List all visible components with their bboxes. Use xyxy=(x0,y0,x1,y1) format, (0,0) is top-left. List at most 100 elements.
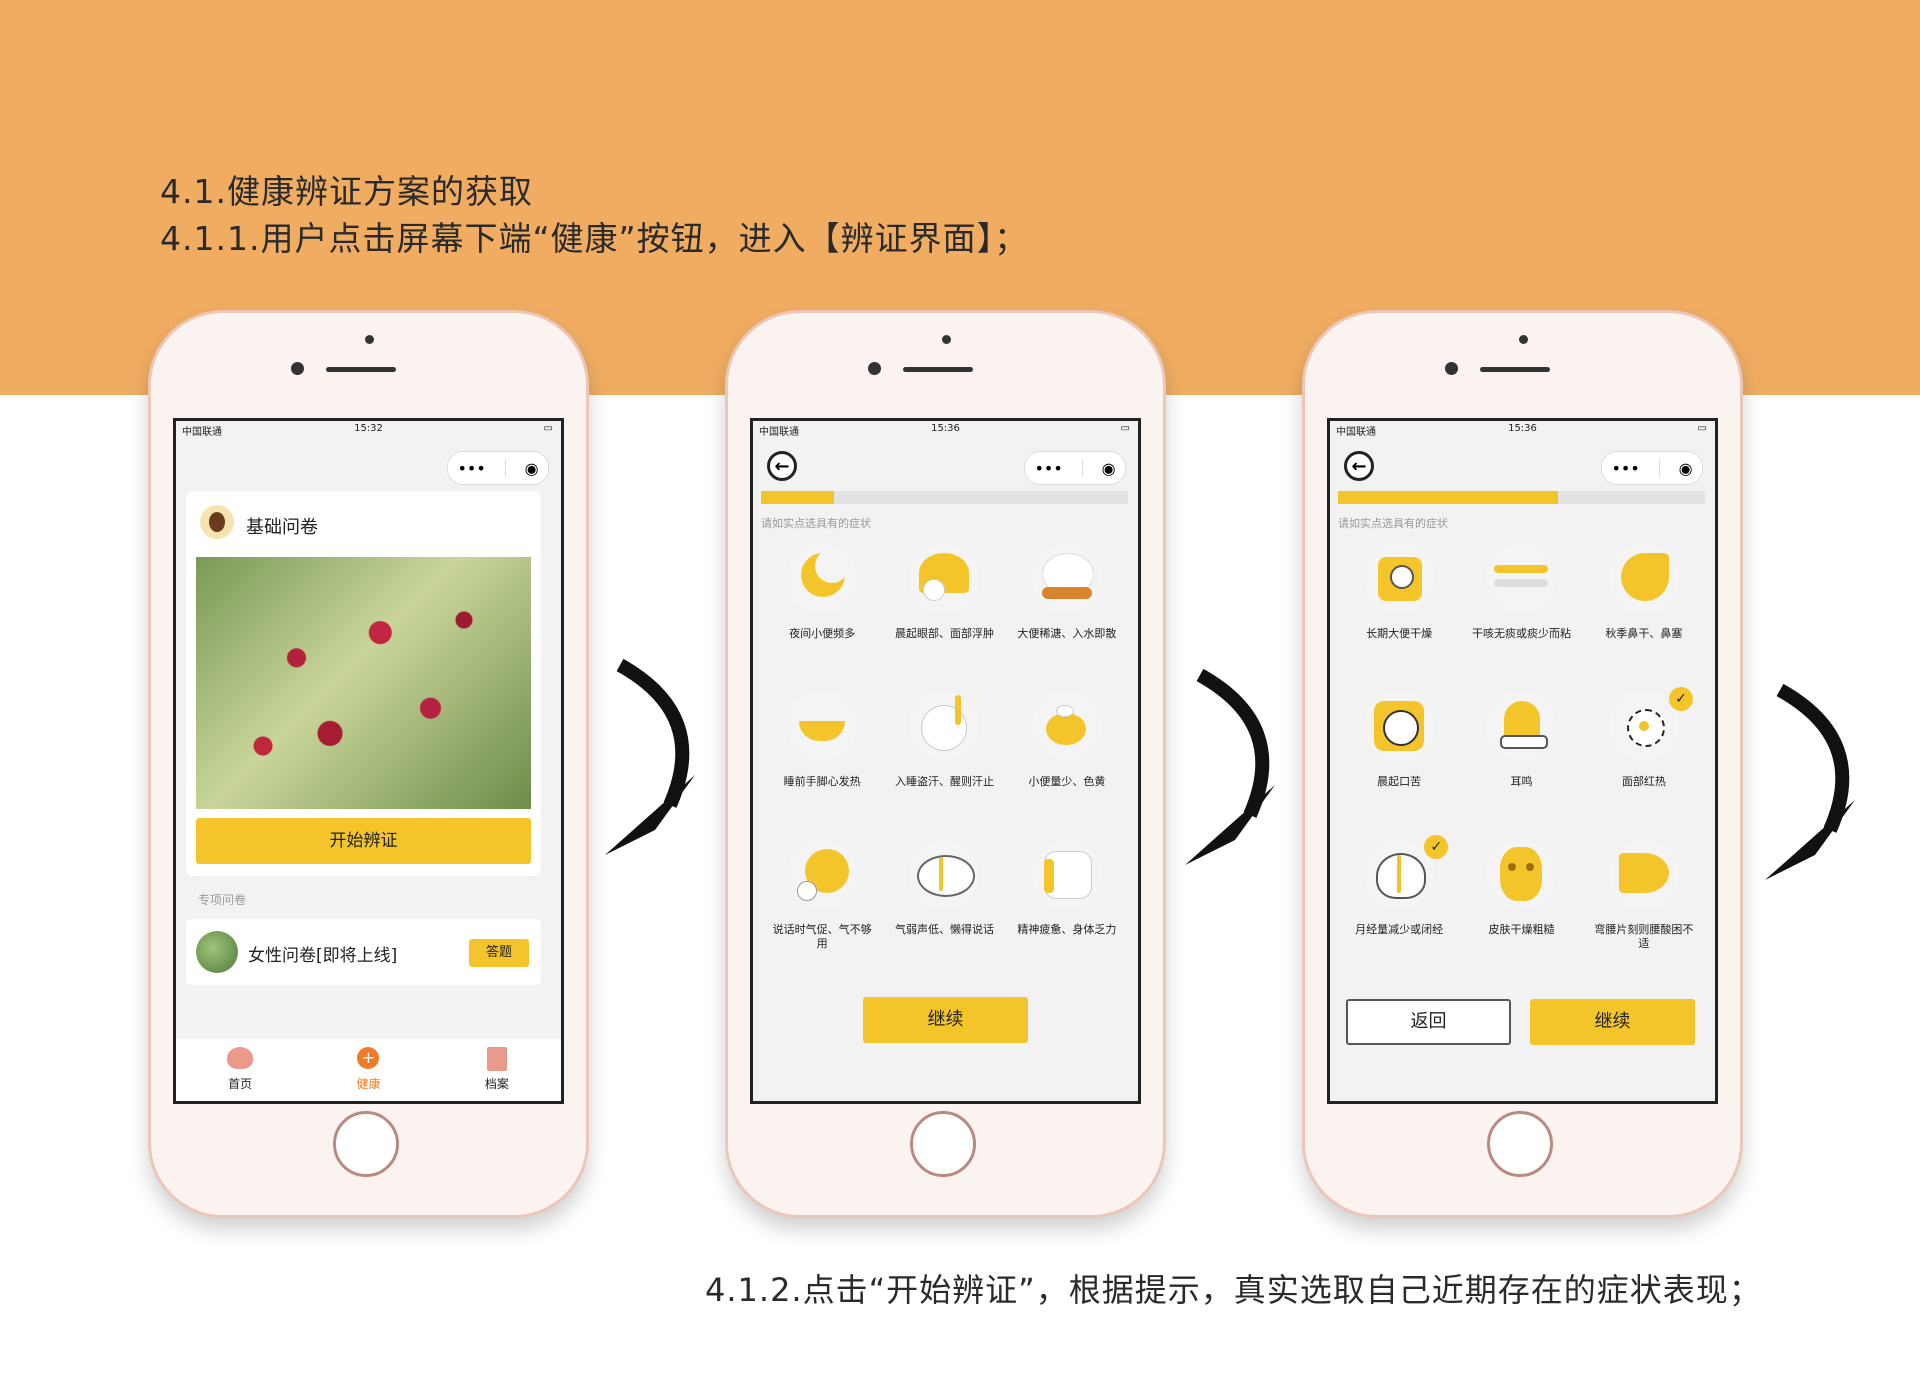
home-button xyxy=(910,1111,976,1177)
section-label: 专项问卷 xyxy=(198,893,247,907)
waist-icon xyxy=(1608,839,1679,909)
progress-fill xyxy=(1338,491,1559,504)
symptom-option[interactable]: 弯腰片刻则腰酸困不适 xyxy=(1583,835,1705,967)
step-heading: 4.1.1.用户点击屏幕下端“健康”按钮，进入【辨证界面】； xyxy=(160,219,1029,258)
symptom-label: 晨起眼部、面部浮肿 xyxy=(894,627,994,640)
continue-button[interactable]: 继续 xyxy=(863,997,1028,1043)
breath-icon xyxy=(787,839,858,909)
checked-check-icon: ✓ xyxy=(1424,835,1449,859)
back-button[interactable]: 返回 xyxy=(1346,999,1511,1045)
symptom-label: 睡前手脚心发热 xyxy=(783,775,861,788)
symptom-option[interactable]: 干咳无痰或痰少而粘 xyxy=(1460,539,1582,671)
symptom-label: 长期大便干燥 xyxy=(1366,627,1433,640)
symptom-option[interactable]: 夜间小便频多 xyxy=(761,539,883,671)
symptom-option[interactable]: 皮肤干燥粗糙 xyxy=(1460,835,1582,967)
symptom-label: 弯腰片刻则腰酸困不适 xyxy=(1594,923,1694,950)
symptom-option[interactable]: ✓ 月经量减少或闭经 xyxy=(1338,835,1460,967)
card-title: 基础问卷 xyxy=(246,517,318,538)
flow-arrow-3 xyxy=(1765,683,1855,880)
camera-lens xyxy=(1445,362,1458,375)
symptom-option[interactable]: 大便稀溏、入水即散 xyxy=(1006,539,1128,671)
symptom-option[interactable]: 说话时气促、气不够用 xyxy=(761,835,883,967)
special-questionnaire-row: 女性问卷[即将上线] 答题 xyxy=(186,919,541,985)
drop-icon xyxy=(1364,691,1435,761)
paper-roll-icon xyxy=(1364,543,1435,613)
symptom-grid: 夜间小便频多 晨起眼部、面部浮肿 大便稀溏、入水即散 睡前手脚心发热 入睡盗汗、… xyxy=(761,539,1128,967)
step-caption: 4.1.2.点击“开始辨证”，根据提示，真实选取自己近期存在的症状表现； xyxy=(705,1271,1762,1309)
speaker-grille xyxy=(903,367,973,372)
symptom-option[interactable]: 长期大便干燥 xyxy=(1338,539,1460,671)
close-target-icon[interactable]: ◉ xyxy=(1679,459,1693,478)
symptom-label: 秋季鼻干、鼻塞 xyxy=(1605,627,1683,640)
camera-lens xyxy=(291,362,304,375)
back-arrow-icon[interactable]: ← xyxy=(1344,451,1374,481)
status-time: 15:36 xyxy=(931,423,960,434)
tab-archive[interactable]: 档案 xyxy=(433,1039,561,1101)
questionnaire-card: 基础问卷 开始辨证 xyxy=(186,491,541,876)
more-icon[interactable]: ••• xyxy=(1034,459,1062,478)
symptom-option[interactable]: 小便量少、色黄 xyxy=(1006,687,1128,819)
status-time: 15:36 xyxy=(1508,423,1537,434)
continue-button[interactable]: 继续 xyxy=(1530,999,1695,1045)
bell-icon xyxy=(1486,691,1557,761)
card-hero-image xyxy=(196,557,531,809)
close-target-icon[interactable]: ◉ xyxy=(1102,459,1116,478)
file-archive-icon xyxy=(486,1047,507,1071)
battery-icon: ▭ xyxy=(1697,423,1707,434)
phone-screen-1: 中国联通 15:32 ▭ ••• ◉ 基础问卷 开始辨证 专项问卷 女性问卷[即将… xyxy=(173,418,564,1104)
close-target-icon[interactable]: ◉ xyxy=(525,459,539,478)
miniprogram-capsule[interactable]: ••• ◉ xyxy=(1601,451,1703,485)
miniprogram-capsule[interactable]: ••• ◉ xyxy=(447,451,549,485)
symptom-option[interactable]: 气弱声低、懒得说话 xyxy=(883,835,1005,967)
symptom-label: 晨起口苦 xyxy=(1377,775,1422,788)
progress-bar xyxy=(1338,491,1705,504)
symptom-option[interactable]: 睡前手脚心发热 xyxy=(761,687,883,819)
symptom-option[interactable]: 晨起口苦 xyxy=(1338,687,1460,819)
phone-screen-3: 中国联通 15:36 ▭ ← ••• ◉ 请如实点选具有的症状 长期大便干燥 干咳… xyxy=(1327,418,1718,1104)
symptom-option[interactable]: 耳鸣 xyxy=(1460,687,1582,819)
more-icon[interactable]: ••• xyxy=(457,459,485,478)
plus-health-icon: + xyxy=(357,1047,380,1069)
symptom-option[interactable]: 秋季鼻干、鼻塞 xyxy=(1583,539,1705,671)
miniprogram-capsule[interactable]: ••• ◉ xyxy=(1024,451,1126,485)
symptom-label: 入睡盗汗、醒则汗止 xyxy=(894,775,994,788)
tab-home[interactable]: 首页 xyxy=(176,1039,304,1101)
more-icon[interactable]: ••• xyxy=(1611,459,1639,478)
battery-icon: ▭ xyxy=(543,423,553,434)
sweat-icon xyxy=(909,691,980,761)
tab-archive-label: 档案 xyxy=(484,1077,509,1091)
status-bar: 中国联通 15:32 ▭ xyxy=(176,421,561,438)
symptom-option[interactable]: 入睡盗汗、醒则汗止 xyxy=(883,687,1005,819)
start-diagnosis-button[interactable]: 开始辨证 xyxy=(196,818,531,864)
moon-icon xyxy=(787,543,858,613)
cough-icon xyxy=(1486,543,1557,613)
speaker-grille xyxy=(1480,367,1550,372)
symptom-option[interactable]: ✓ 面部红热 xyxy=(1583,687,1705,819)
symptom-label: 面部红热 xyxy=(1621,775,1666,788)
tab-health[interactable]: + 健康 xyxy=(304,1039,432,1101)
front-sensor xyxy=(1519,335,1528,344)
phone-mockup-2: 中国联通 15:36 ▭ ← ••• ◉ 请如实点选具有的症状 夜间小便频多 晨起… xyxy=(725,310,1166,1218)
face-mask-icon xyxy=(1486,839,1557,909)
home-button xyxy=(333,1111,399,1177)
answer-button[interactable]: 答题 xyxy=(469,939,529,967)
instruction-hint: 请如实点选具有的症状 xyxy=(1338,517,1448,530)
symptom-label: 小便量少、色黄 xyxy=(1028,775,1106,788)
tab-bar: 首页 + 健康 档案 xyxy=(176,1039,561,1101)
heart-home-icon xyxy=(227,1047,254,1069)
symptom-option[interactable]: 精神疲惫、身体乏力 xyxy=(1006,835,1128,967)
phone-mockup-1: 中国联通 15:32 ▭ ••• ◉ 基础问卷 开始辨证 专项问卷 女性问卷[即将… xyxy=(148,310,589,1218)
symptom-label: 说话时气促、气不够用 xyxy=(772,923,872,950)
pillow-icon xyxy=(1031,839,1102,909)
symptom-label: 精神疲惫、身体乏力 xyxy=(1017,923,1117,936)
back-arrow-icon[interactable]: ← xyxy=(767,451,797,481)
battery-icon: ▭ xyxy=(1120,423,1130,434)
status-bar: 中国联通 15:36 ▭ xyxy=(753,421,1138,438)
status-bar: 中国联通 15:36 ▭ xyxy=(1330,421,1715,438)
phone-mockup-3: 中国联通 15:36 ▭ ← ••• ◉ 请如实点选具有的症状 长期大便干燥 干咳… xyxy=(1302,310,1743,1218)
flow-arrow-2 xyxy=(1185,668,1275,865)
tab-home-label: 首页 xyxy=(228,1077,253,1091)
flow-arrow-1 xyxy=(605,658,695,855)
progress-fill xyxy=(761,491,835,504)
symptom-option[interactable]: 晨起眼部、面部浮肿 xyxy=(883,539,1005,671)
